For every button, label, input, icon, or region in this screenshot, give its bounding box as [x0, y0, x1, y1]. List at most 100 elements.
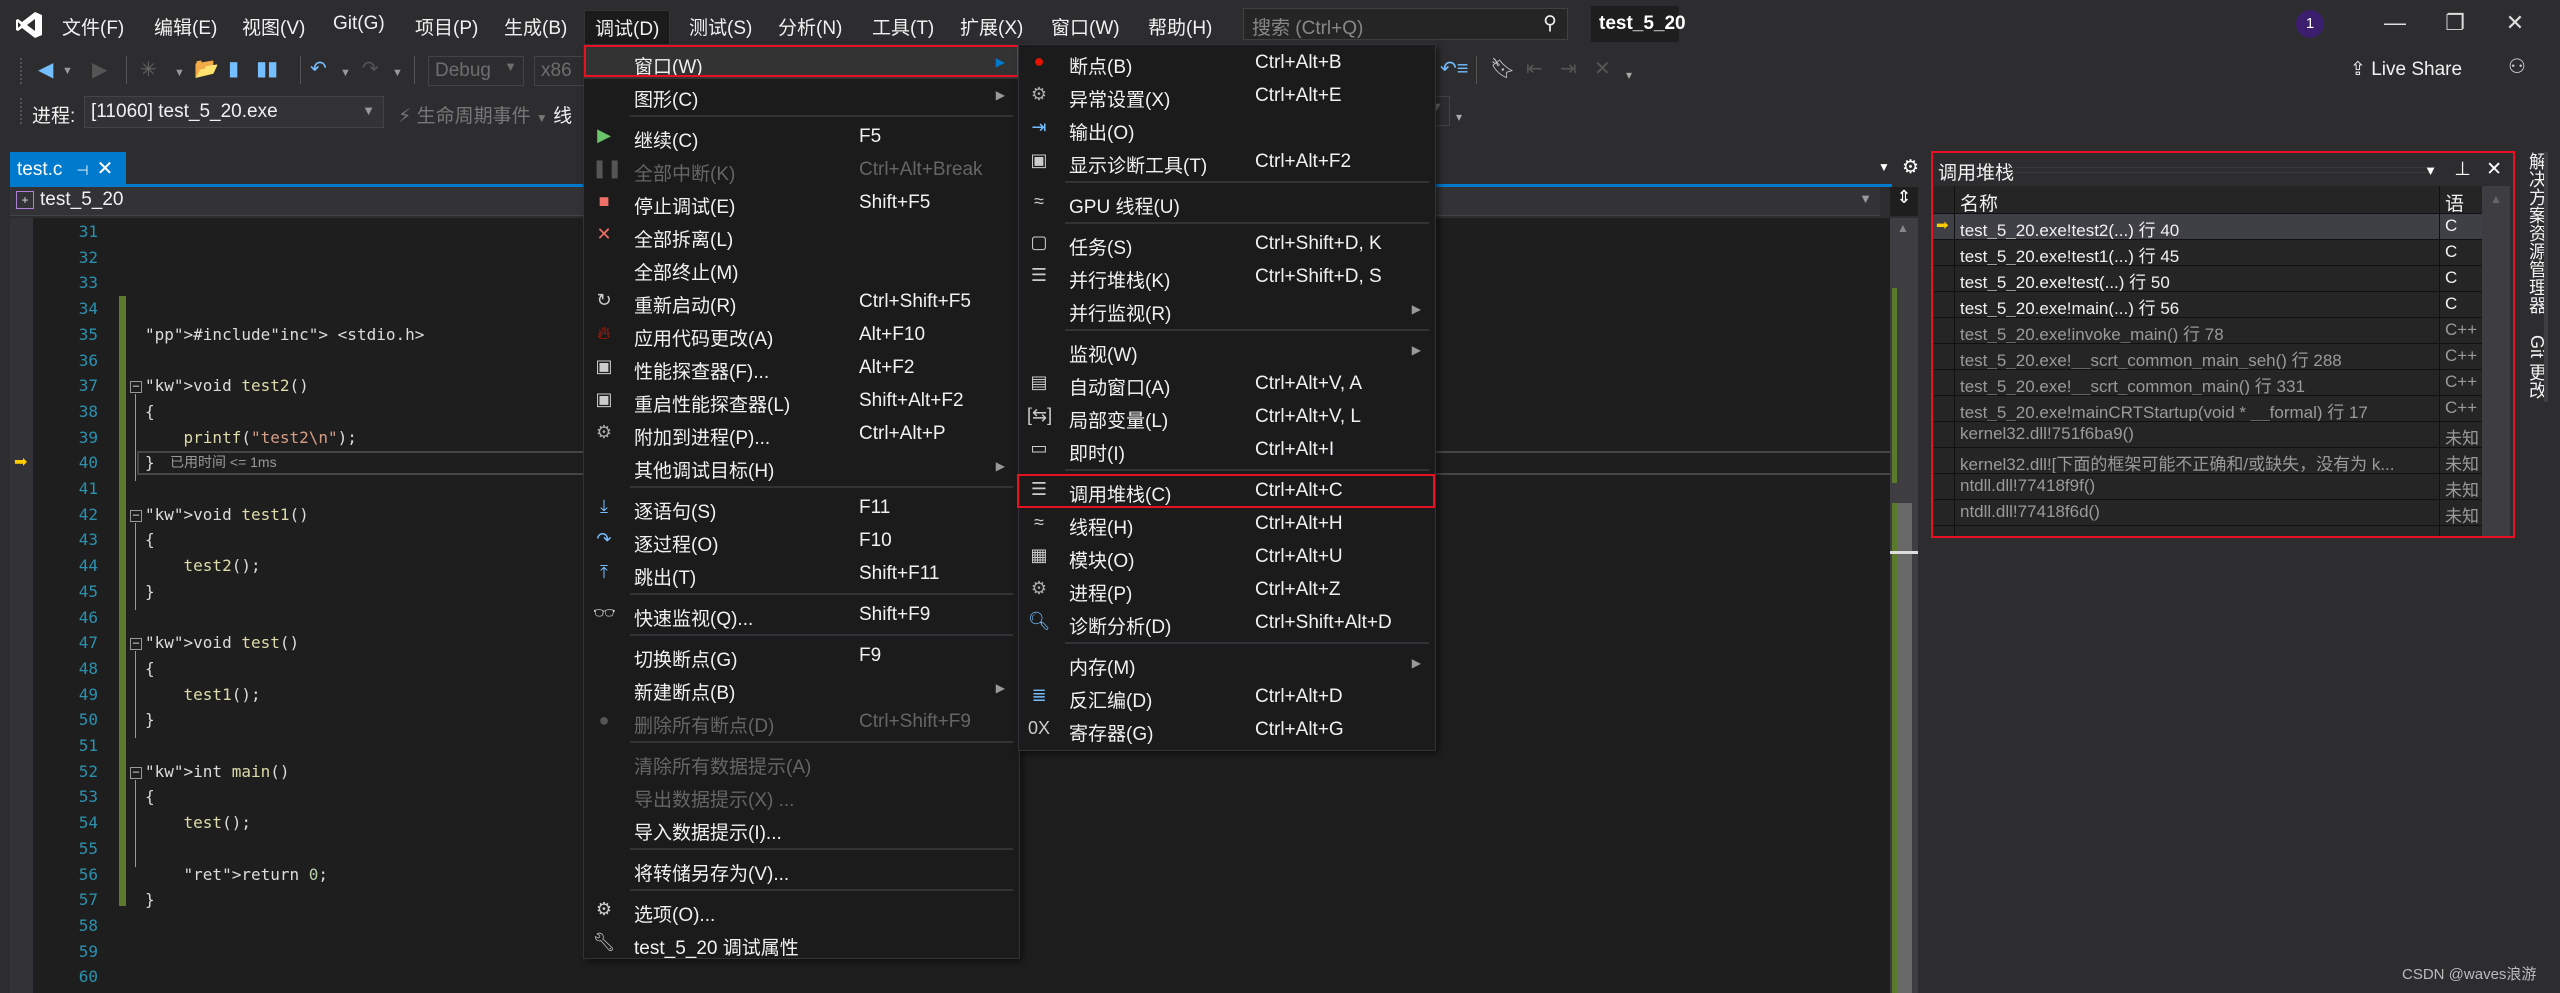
menu-item[interactable]: ↻ 重新启动(R) Ctrl+Shift+F5 [584, 286, 1019, 318]
code-line[interactable]: test1(); [145, 685, 261, 704]
collapse-region-icon[interactable]: − [130, 637, 142, 651]
call-stack-row[interactable]: ➡ test_5_20.exe!test2(...) 行 40 C [1932, 214, 2482, 240]
menu-item[interactable]: ● 断点(B) Ctrl+Alt+B [1019, 47, 1435, 79]
menu-item[interactable]: 监视(W) ▶ [1019, 335, 1435, 367]
new-item-dropdown-icon[interactable]: ▼ [174, 62, 185, 84]
menu-item[interactable]: ✕ 全部拆离(L) [584, 220, 1019, 252]
code-line[interactable]: "kw">void test() [145, 633, 299, 652]
call-stack-row[interactable]: test_5_20.exe!main(...) 行 56 C [1932, 292, 2482, 318]
call-stack-row[interactable]: kernel32.dll!751f6ba9() 未知 [1932, 422, 2482, 448]
menu-item[interactable]: ⚙ 进程(P) Ctrl+Alt+Z [1019, 574, 1435, 606]
live-share-button[interactable]: ⇪ Live Share [2350, 58, 2462, 81]
menu-item[interactable]: 内存(M) ▶ [1019, 648, 1435, 680]
code-line[interactable]: { [145, 530, 155, 549]
next-bookmark-icon[interactable]: ⇥ [1560, 58, 1577, 80]
menu-item[interactable]: ▣ 重启性能探查器(L) Shift+Alt+F2 [584, 385, 1019, 417]
code-line[interactable]: "pp">#include"inc"> <stdio.h> [145, 325, 424, 344]
menu-item[interactable]: ▢ 任务(S) Ctrl+Shift+D, K [1019, 228, 1435, 260]
redo-icon[interactable]: ↷ [362, 58, 379, 80]
code-line[interactable]: printf("test2\n"); [145, 428, 357, 447]
back-dropdown-icon[interactable]: ▼ [62, 60, 73, 82]
menu-item[interactable]: ⇥ 输出(O) [1019, 113, 1435, 145]
platform-dropdown[interactable]: x86 [534, 56, 584, 86]
bookmark-icon[interactable]: 🔖︎ [1490, 58, 1515, 80]
call-stack-row[interactable]: kernel32.dll![下面的框架可能不正确和/或缺失，没有为 k... 未知 [1932, 448, 2482, 474]
panel-menu-dropdown-icon[interactable]: ▼ [2424, 163, 2437, 178]
code-line[interactable]: { [145, 659, 155, 678]
call-stack-row[interactable]: test_5_20.exe!invoke_main() 行 78 C++ [1932, 318, 2482, 344]
vertical-scrollbar[interactable]: ▲ [1890, 218, 1918, 993]
menu-item[interactable]: 文件(F) [62, 13, 124, 40]
minimize-button[interactable]: — [2380, 10, 2410, 36]
menu-item[interactable]: 🔥︎ 应用代码更改(A) Alt+F10 [584, 319, 1019, 351]
undo-icon[interactable]: ↶ [310, 58, 327, 80]
menu-item[interactable]: ▤ 自动窗口(A) Ctrl+Alt+V, A [1019, 368, 1435, 400]
new-item-icon[interactable]: ✳ [140, 59, 157, 81]
menu-item[interactable]: 工具(T) [872, 13, 934, 40]
menu-item[interactable]: 导入数据提示(I)... [584, 813, 1019, 845]
code-line[interactable]: } [145, 582, 155, 601]
menu-item[interactable]: 帮助(H) [1148, 13, 1212, 40]
menu-item[interactable]: ▣ 性能探查器(F)... Alt+F2 [584, 352, 1019, 384]
menu-item[interactable]: ☰ 并行堆栈(K) Ctrl+Shift+D, S [1019, 261, 1435, 293]
toolbar-grip[interactable] [20, 98, 24, 124]
code-line[interactable]: } [145, 710, 155, 729]
menu-item[interactable]: 项目(P) [415, 13, 478, 40]
close-window-button[interactable]: ✕ [2500, 10, 2530, 36]
feedback-icon[interactable]: ⚇ [2508, 56, 2526, 78]
configuration-dropdown[interactable]: Debug ▼ [428, 56, 524, 86]
call-stack-scrollbar[interactable]: ▲ [2482, 186, 2510, 536]
undo-close-icon[interactable]: ↶≡ [1440, 58, 1468, 80]
scrollbar-thumb[interactable] [1896, 503, 1912, 993]
menu-item[interactable]: ↷ 逐过程(O) F10 [584, 525, 1019, 557]
split-window-button[interactable]: ⇕ [1890, 187, 1918, 216]
search-input[interactable]: 搜索 (Ctrl+Q) ⚲ [1243, 8, 1568, 40]
menu-item[interactable]: ⤓ 逐语句(S) F11 [584, 492, 1019, 524]
menu-item[interactable]: 图形(C) ▶ [584, 80, 1019, 112]
menu-item[interactable]: 🔍︎ 诊断分析(D) Ctrl+Shift+Alt+D [1019, 607, 1435, 639]
toolbar-grip[interactable] [20, 58, 24, 84]
collapse-region-icon[interactable]: − [130, 380, 142, 394]
lifecycle-events-button[interactable]: ⚡ 生命周期事件 ▼ 线 [398, 101, 572, 128]
code-line[interactable]: "kw">void test2() [145, 376, 309, 395]
menu-item[interactable]: ⚙ 附加到进程(P)... Ctrl+Alt+P [584, 418, 1019, 450]
open-folder-icon[interactable]: 📂 [194, 58, 219, 80]
toolbar-overflow-icon[interactable]: ▾ [1626, 64, 1632, 86]
tab-test-c[interactable]: test.c ⊣ ✕ [10, 152, 126, 185]
call-stack-row[interactable]: test_5_20.exe!test1(...) 行 45 C [1932, 240, 2482, 266]
call-stack-title-bar[interactable]: 调用堆栈 ▼ ⊥ ✕ [1932, 152, 2510, 186]
code-line[interactable]: "kw">int main() [145, 762, 290, 781]
redo-dropdown-icon[interactable]: ▼ [392, 62, 403, 84]
pin-icon[interactable]: ⊥ [2454, 159, 2471, 180]
menu-item[interactable]: ▦ 模块(O) Ctrl+Alt+U [1019, 541, 1435, 573]
process-dropdown[interactable]: [11060] test_5_20.exe ▼ [84, 96, 384, 128]
menu-item[interactable]: ≈ GPU 线程(U) [1019, 187, 1435, 219]
menu-item[interactable]: ⚙ 选项(O)... [584, 895, 1019, 927]
menu-item[interactable]: ▣ 显示诊断工具(T) Ctrl+Alt+F2 [1019, 146, 1435, 178]
menu-item[interactable]: Git(G) [333, 13, 385, 35]
menu-item[interactable]: [⇆] 局部变量(L) Ctrl+Alt+V, L [1019, 401, 1435, 433]
menu-item[interactable]: 窗口(W) ▶ [584, 47, 1019, 79]
call-stack-row[interactable]: test_5_20.exe!__scrt_common_main() 行 331… [1932, 370, 2482, 396]
call-stack-row[interactable]: ntdll.dll!77418f6d() 未知 [1932, 500, 2482, 526]
glyph-margin[interactable] [10, 218, 33, 993]
code-line[interactable]: { [145, 402, 155, 421]
menu-item[interactable]: ▶ 继续(C) F5 [584, 121, 1019, 153]
code-line[interactable]: "kw">void test1() [145, 505, 309, 524]
tab-list-dropdown-icon[interactable]: ▼ [1878, 160, 1890, 174]
menu-item[interactable]: 切换断点(G) F9 [584, 640, 1019, 672]
code-line[interactable]: { [145, 787, 155, 806]
menu-item[interactable]: ■ 停止调试(E) Shift+F5 [584, 187, 1019, 219]
collapse-region-icon[interactable]: − [130, 509, 142, 522]
undo-dropdown-icon[interactable]: ▼ [340, 62, 351, 84]
call-stack-row[interactable]: test_5_20.exe!__scrt_common_main_seh() 行… [1932, 344, 2482, 370]
menu-item[interactable]: 0X 寄存器(G) Ctrl+Alt+G [1019, 714, 1435, 746]
save-all-icon[interactable]: ▮▮ [256, 58, 278, 80]
code-line[interactable]: } [145, 890, 155, 909]
toolbar-overflow-icon[interactable]: ▾ [1456, 106, 1462, 128]
close-tab-icon[interactable]: ✕ [97, 158, 114, 180]
menu-item[interactable]: 测试(S) [689, 13, 752, 40]
close-panel-icon[interactable]: ✕ [2486, 159, 2502, 180]
call-stack-row[interactable]: test_5_20.exe!test(...) 行 50 C [1932, 266, 2482, 292]
menu-item[interactable]: ≈ 线程(H) Ctrl+Alt+H [1019, 508, 1435, 540]
